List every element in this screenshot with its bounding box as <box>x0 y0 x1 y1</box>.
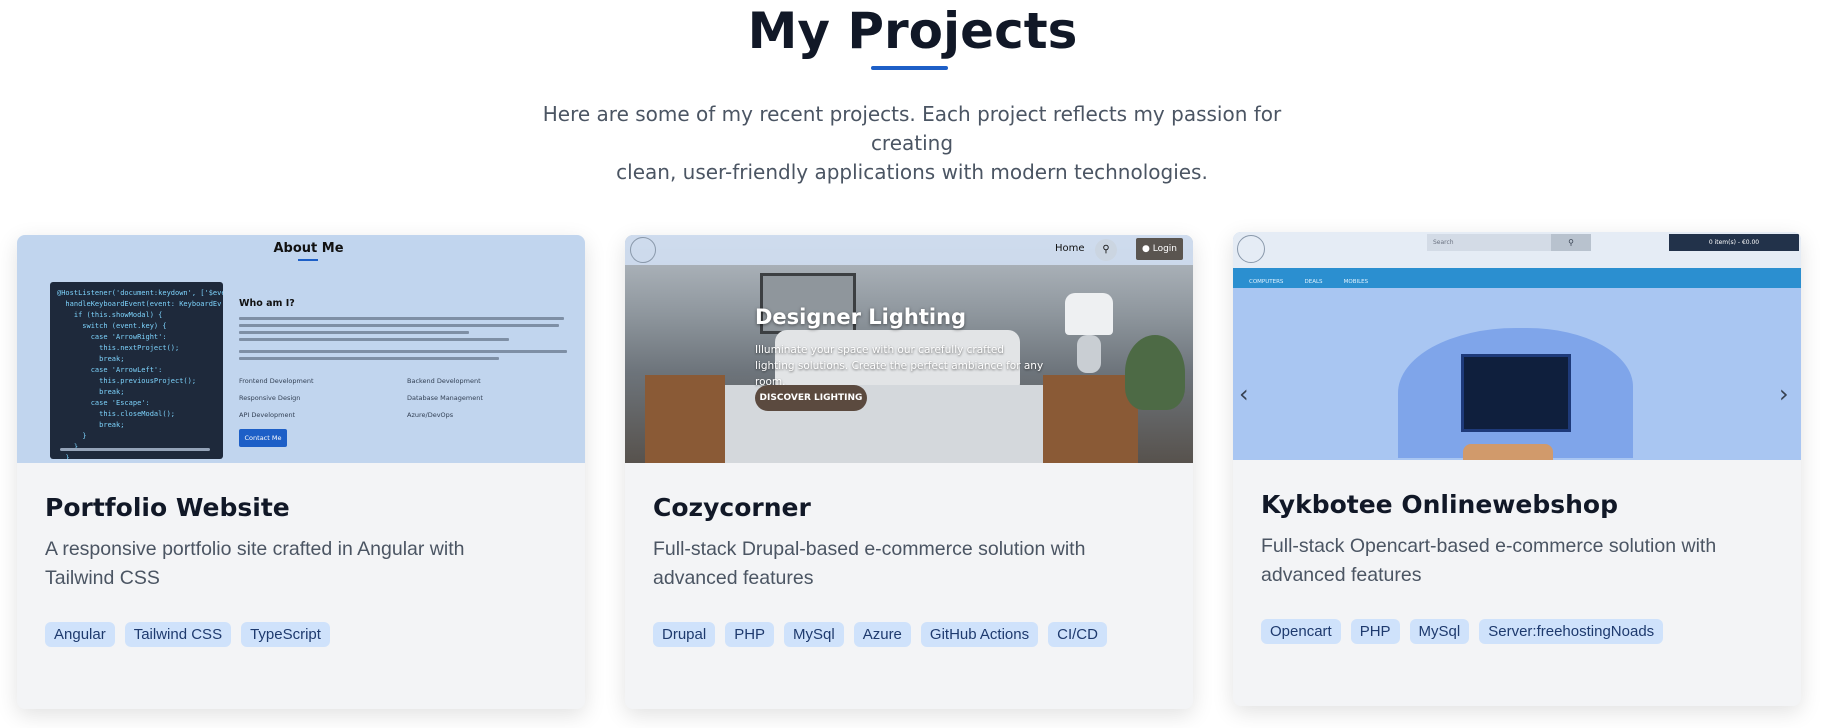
preview-menu-item: DEALS <box>1304 279 1323 285</box>
project-preview-image[interactable]: Search ⚲ 0 item(s) - €0.00 COMPUTERS DEA… <box>1233 232 1801 460</box>
subtitle-line-2: clean, user-friendly applications with m… <box>616 160 1208 184</box>
project-card-kykbotee[interactable]: Search ⚲ 0 item(s) - €0.00 COMPUTERS DEA… <box>1233 232 1801 706</box>
preview-menu-item: COMPUTERS <box>1249 279 1284 285</box>
preview-contact-button: Contact Me <box>239 429 287 447</box>
preview-illustration-monitor <box>1461 354 1571 432</box>
tech-tag: GitHub Actions <box>920 622 1039 647</box>
preview-nightstand-left <box>645 375 725 463</box>
preview-login-label: Login <box>1152 244 1177 254</box>
search-icon: ⚲ <box>1551 234 1591 251</box>
section-subtitle: Here are some of my recent projects. Eac… <box>512 100 1312 187</box>
project-description-line-1: Full-stack Opencart-based e-commerce sol… <box>1261 535 1717 557</box>
preview-plant <box>1125 335 1185 410</box>
tech-tag: Drupal <box>653 622 716 647</box>
tech-tag: Azure <box>853 622 911 647</box>
code-scrollbar <box>60 448 210 451</box>
preview-who-heading: Who am I? <box>239 298 295 309</box>
project-title: Kykbotee Onlinewebshop <box>1261 490 1618 519</box>
preview-discover-button: DISCOVER LIGHTING <box>755 385 867 411</box>
project-description: A responsive portfolio site crafted in A… <box>45 535 565 593</box>
project-description-line-2: advanced features <box>653 567 814 589</box>
tech-tag: Opencart <box>1261 619 1341 644</box>
preview-skill: Azure/DevOps <box>407 411 454 419</box>
project-preview-image[interactable]: About Me @HostListener('document:keydown… <box>17 235 585 463</box>
user-icon: ● <box>1142 244 1153 254</box>
preview-headline: Designer Lighting <box>755 305 967 329</box>
project-card-cozycorner[interactable]: Home ⚲ ● Login Designer Lighting Illumin… <box>625 235 1193 709</box>
project-description-line-2: Tailwind CSS <box>45 567 160 589</box>
tech-tag: PHP <box>1350 619 1400 644</box>
project-description: Full-stack Opencart-based e-commerce sol… <box>1261 532 1781 590</box>
title-underline <box>871 66 948 70</box>
tech-tags: Angular Tailwind CSS TypeScript <box>45 622 330 647</box>
preview-skill: Backend Development <box>407 377 481 385</box>
subtitle-line-1: Here are some of my recent projects. Eac… <box>542 102 1282 155</box>
preview-skill: Database Management <box>407 394 483 402</box>
tech-tag: PHP <box>725 622 775 647</box>
preview-login-button: ● Login <box>1136 238 1183 260</box>
preview-text-lines <box>239 317 569 364</box>
tech-tag: MySql <box>1409 619 1470 644</box>
preview-logo <box>630 237 656 263</box>
preview-illustration-desk <box>1463 444 1553 460</box>
preview-lamp-shade <box>1065 293 1113 335</box>
preview-skill: Responsive Design <box>239 394 301 402</box>
preview-topbar: Search ⚲ 0 item(s) - €0.00 <box>1233 232 1801 268</box>
section-title: My Projects <box>747 2 1078 60</box>
chevron-right-icon[interactable]: › <box>1779 380 1789 408</box>
project-title: Cozycorner <box>653 493 811 522</box>
chevron-left-icon[interactable]: ‹ <box>1239 380 1249 408</box>
tech-tag: CI/CD <box>1048 622 1107 647</box>
search-icon: ⚲ <box>1095 239 1117 261</box>
preview-menu-bar: COMPUTERS DEALS MOBILES <box>1233 268 1801 288</box>
tech-tag: Tailwind CSS <box>124 622 232 647</box>
preview-skill: API Development <box>239 411 296 419</box>
preview-logo <box>1237 235 1265 263</box>
preview-menu-item: MOBILES <box>1343 279 1369 285</box>
project-description: Full-stack Drupal-based e-commerce solut… <box>653 535 1173 593</box>
project-title: Portfolio Website <box>45 493 290 522</box>
tech-tag: Angular <box>45 622 115 647</box>
preview-nav-home: Home <box>1055 243 1085 254</box>
preview-nightstand-right <box>1043 375 1138 463</box>
preview-heading-underline <box>298 259 318 261</box>
preview-code-text: @HostListener('document:keydown', ['$eve… <box>57 289 223 459</box>
tech-tag: MySql <box>784 622 844 647</box>
preview-heading: About Me <box>273 241 344 256</box>
preview-skill: Frontend Development <box>239 377 314 385</box>
project-description-line-1: Full-stack Drupal-based e-commerce solut… <box>653 538 1086 560</box>
tech-tag: Server:freehostingNoads <box>1479 619 1664 644</box>
preview-cart-button: 0 item(s) - €0.00 <box>1669 234 1799 251</box>
tech-tags: Drupal PHP MySql Azure GitHub Actions CI… <box>653 622 1107 647</box>
tech-tags: Opencart PHP MySql Server:freehostingNoa… <box>1261 619 1664 644</box>
project-description-line-2: advanced features <box>1261 564 1422 586</box>
preview-navbar: Home ⚲ ● Login <box>625 235 1193 265</box>
preview-lamp-base <box>1077 335 1101 373</box>
tech-tag: TypeScript <box>241 622 330 647</box>
preview-text: Illuminate your space with our carefully… <box>755 344 1044 388</box>
preview-code-block: @HostListener('document:keydown', ['$eve… <box>50 282 223 459</box>
project-card-portfolio[interactable]: About Me @HostListener('document:keydown… <box>17 235 585 709</box>
project-description-line-1: A responsive portfolio site crafted in A… <box>45 538 465 560</box>
project-preview-image[interactable]: Home ⚲ ● Login Designer Lighting Illumin… <box>625 235 1193 463</box>
